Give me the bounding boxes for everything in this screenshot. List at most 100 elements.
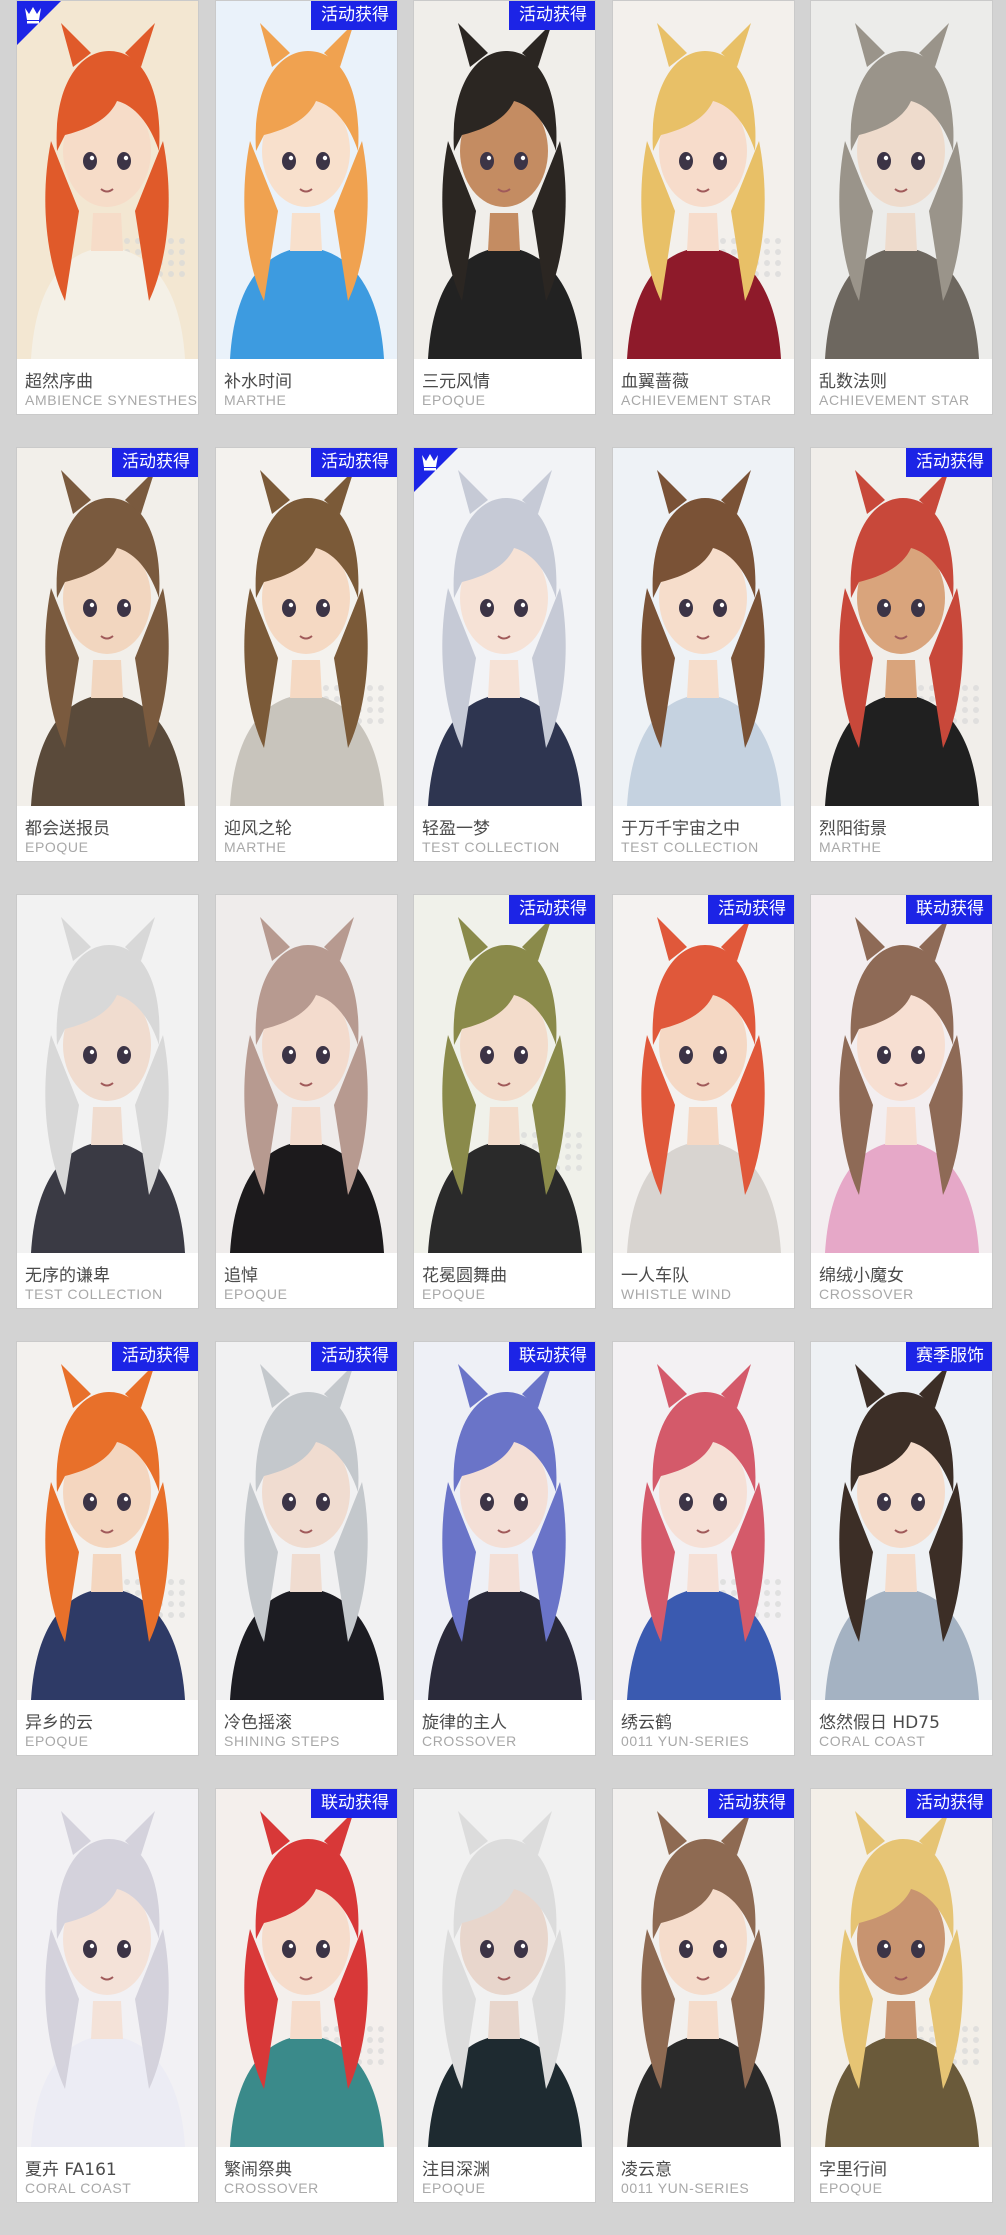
skin-portrait — [414, 1789, 595, 2147]
acquisition-badge: 活动获得 — [906, 448, 992, 477]
skin-caption: 注目深渊 EPOQUE — [414, 2147, 595, 2202]
skin-caption: 旋律的主人 CROSSOVER — [414, 1700, 595, 1755]
skin-card[interactable]: 活动获得 都会送报员 EPOQUE — [17, 448, 198, 861]
acquisition-badge: 活动获得 — [708, 1789, 794, 1818]
skin-caption: 绵绒小魔女 CROSSOVER — [811, 1253, 992, 1308]
skin-name: 异乡的云 — [25, 1713, 93, 1733]
skin-name: 烈阳街景 — [819, 819, 887, 839]
skin-series: MARTHE — [819, 839, 882, 855]
skin-portrait-art — [613, 1789, 794, 2147]
skin-card[interactable]: 活动获得 一人车队 WHISTLE WIND — [613, 895, 794, 1308]
skin-series: 0011 YUN-SERIES — [621, 1733, 750, 1749]
skin-portrait — [216, 1342, 397, 1700]
skin-portrait — [17, 448, 198, 806]
skin-card[interactable]: 夏卉 FA161 CORAL COAST — [17, 1789, 198, 2202]
skin-caption: 迎风之轮 MARTHE — [216, 806, 397, 861]
skin-name: 迎风之轮 — [224, 819, 292, 839]
acquisition-badge: 活动获得 — [509, 895, 595, 924]
skin-grid: 超然序曲 AMBIENCE SYNESTHESIA 活动获得 补水时间 MARTHE … — [0, 0, 1006, 2235]
skin-card[interactable]: 活动获得烈阳街景 MARTHE — [811, 448, 992, 861]
skin-card[interactable]: 活动获得 迎风之轮 MARTHE — [216, 448, 397, 861]
skin-card[interactable]: 乱数法则 ACHIEVEMENT STAR — [811, 1, 992, 414]
skin-portrait — [216, 895, 397, 1253]
skin-card[interactable]: 联动获得 绵绒小魔女 CROSSOVER — [811, 895, 992, 1308]
acquisition-badge: 联动获得 — [311, 1789, 397, 1818]
skin-name: 追悼 — [224, 1266, 258, 1286]
skin-card[interactable]: 赛季服饰 悠然假日 HD75 CORAL COAST — [811, 1342, 992, 1755]
skin-name: 于万千宇宙之中 — [621, 819, 740, 839]
skin-card[interactable]: 活动获得 补水时间 MARTHE — [216, 1, 397, 414]
skin-caption: 超然序曲 AMBIENCE SYNESTHESIA — [17, 359, 198, 414]
skin-caption: 绣云鹤 0011 YUN-SERIES — [613, 1700, 794, 1755]
skin-caption: 凌云意 0011 YUN-SERIES — [613, 2147, 794, 2202]
skin-portrait — [17, 1789, 198, 2147]
skin-name: 一人车队 — [621, 1266, 689, 1286]
skin-series: EPOQUE — [25, 839, 89, 855]
skin-card[interactable]: 血翼蔷薇 ACHIEVEMENT STAR — [613, 1, 794, 414]
acquisition-badge: 活动获得 — [311, 1342, 397, 1371]
rarity-emblem-icon — [414, 448, 458, 492]
skin-portrait — [811, 448, 992, 806]
skin-portrait — [811, 1789, 992, 2147]
skin-series: EPOQUE — [224, 1286, 288, 1302]
acquisition-badge: 活动获得 — [509, 1, 595, 30]
skin-portrait-art — [17, 1789, 198, 2147]
skin-caption: 花冕圆舞曲 EPOQUE — [414, 1253, 595, 1308]
skin-card[interactable]: 联动获得繁闹祭典 CROSSOVER — [216, 1789, 397, 2202]
acquisition-badge: 活动获得 — [906, 1789, 992, 1818]
skin-portrait — [17, 1, 198, 359]
skin-series: EPOQUE — [422, 1286, 486, 1302]
skin-caption: 烈阳街景 MARTHE — [811, 806, 992, 861]
skin-caption: 冷色摇滚 SHINING STEPS — [216, 1700, 397, 1755]
skin-card[interactable]: 于万千宇宙之中 TEST COLLECTION — [613, 448, 794, 861]
skin-portrait — [216, 448, 397, 806]
skin-portrait-art — [414, 1342, 595, 1700]
skin-card[interactable]: 活动获得 异乡的云 EPOQUE — [17, 1342, 198, 1755]
skin-portrait — [811, 1, 992, 359]
skin-portrait — [613, 1, 794, 359]
skin-portrait-art — [811, 895, 992, 1253]
skin-portrait-art — [414, 1, 595, 359]
skin-caption: 乱数法则 ACHIEVEMENT STAR — [811, 359, 992, 414]
skin-card[interactable]: 注目深渊 EPOQUE — [414, 1789, 595, 2202]
skin-caption: 三元风情 EPOQUE — [414, 359, 595, 414]
skin-name: 注目深渊 — [422, 2160, 490, 2180]
rarity-emblem-icon — [17, 1, 61, 45]
skin-caption: 异乡的云 EPOQUE — [17, 1700, 198, 1755]
skin-card[interactable]: 活动获得花冕圆舞曲 EPOQUE — [414, 895, 595, 1308]
skin-card[interactable]: 活动获得 字里行间 EPOQUE — [811, 1789, 992, 2202]
skin-card[interactable]: 联动获得旋律的主人 CROSSOVER — [414, 1342, 595, 1755]
skin-portrait — [216, 1789, 397, 2147]
skin-card[interactable]: 活动获得凌云意 0011 YUN-SERIES — [613, 1789, 794, 2202]
skin-series: MARTHE — [224, 839, 287, 855]
skin-card[interactable]: 无序的谦卑 TEST COLLECTION — [17, 895, 198, 1308]
skin-name: 繁闹祭典 — [224, 2160, 292, 2180]
skin-card[interactable]: 绣云鹤 0011 YUN-SERIES — [613, 1342, 794, 1755]
skin-series: CORAL COAST — [819, 1733, 926, 1749]
skin-portrait — [17, 1342, 198, 1700]
skin-name: 凌云意 — [621, 2160, 672, 2180]
skin-card[interactable]: 活动获得冷色摇滚 SHINING STEPS — [216, 1342, 397, 1755]
skin-portrait-art — [216, 895, 397, 1253]
skin-series: CROSSOVER — [224, 2180, 319, 2196]
skin-caption: 于万千宇宙之中 TEST COLLECTION — [613, 806, 794, 861]
skin-portrait — [216, 1, 397, 359]
skin-portrait-art — [613, 895, 794, 1253]
skin-card[interactable]: 超然序曲 AMBIENCE SYNESTHESIA — [17, 1, 198, 414]
skin-portrait-art — [216, 1789, 397, 2147]
skin-name: 冷色摇滚 — [224, 1713, 292, 1733]
skin-caption: 夏卉 FA161 CORAL COAST — [17, 2147, 198, 2202]
skin-portrait-art — [216, 1, 397, 359]
skin-card[interactable]: 追悼 EPOQUE — [216, 895, 397, 1308]
skin-portrait — [414, 1342, 595, 1700]
skin-portrait-art — [17, 895, 198, 1253]
skin-series: CROSSOVER — [422, 1733, 517, 1749]
skin-portrait-art — [613, 1342, 794, 1700]
skin-portrait-art — [811, 1, 992, 359]
skin-portrait-art — [216, 1342, 397, 1700]
skin-series: CORAL COAST — [25, 2180, 132, 2196]
skin-name: 悠然假日 HD75 — [819, 1713, 940, 1733]
acquisition-badge: 联动获得 — [509, 1342, 595, 1371]
skin-card[interactable]: 轻盈一梦 TEST COLLECTION — [414, 448, 595, 861]
skin-card[interactable]: 活动获得三元风情 EPOQUE — [414, 1, 595, 414]
